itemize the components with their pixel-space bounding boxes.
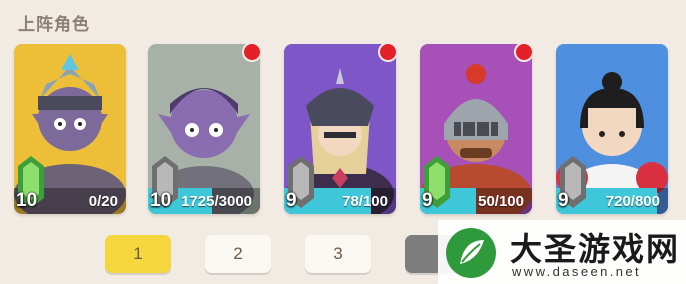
watermark-url: www.daseen.net <box>512 264 641 279</box>
progress-text: 720/800 <box>605 193 660 210</box>
level-number: 10 <box>16 190 38 211</box>
character-card-cheerleader[interactable]: 720/800 9 <box>556 44 668 214</box>
page-tab-2[interactable]: 2 <box>205 235 271 273</box>
page-tab-3[interactable]: 3 <box>305 235 371 273</box>
section-title: 上阵角色 <box>18 15 90 34</box>
character-card-knight-king[interactable]: 0/20 10 <box>14 44 126 214</box>
character-card-helmet-warrior[interactable]: 50/100 9 <box>420 44 532 214</box>
progress-text: 50/100 <box>478 193 524 210</box>
progress-text: 78/100 <box>342 193 388 210</box>
site-watermark: 大圣游戏网 www.daseen.net <box>438 220 686 284</box>
progress-text: 0/20 <box>88 193 118 210</box>
notification-dot <box>378 44 396 62</box>
notification-dot <box>242 44 260 62</box>
level-number: 9 <box>558 190 569 211</box>
character-card-purple-goblin[interactable]: 1725/3000 10 <box>148 44 260 214</box>
notification-dot <box>514 44 532 62</box>
level-number: 9 <box>422 190 433 211</box>
progress-text: 1725/3000 <box>181 193 252 210</box>
character-card-dark-knight[interactable]: 78/100 9 <box>284 44 396 214</box>
level-number: 9 <box>286 190 297 211</box>
watermark-logo-icon <box>446 228 496 278</box>
page-tab-1[interactable]: 1 <box>105 235 171 273</box>
level-number: 10 <box>150 190 172 211</box>
